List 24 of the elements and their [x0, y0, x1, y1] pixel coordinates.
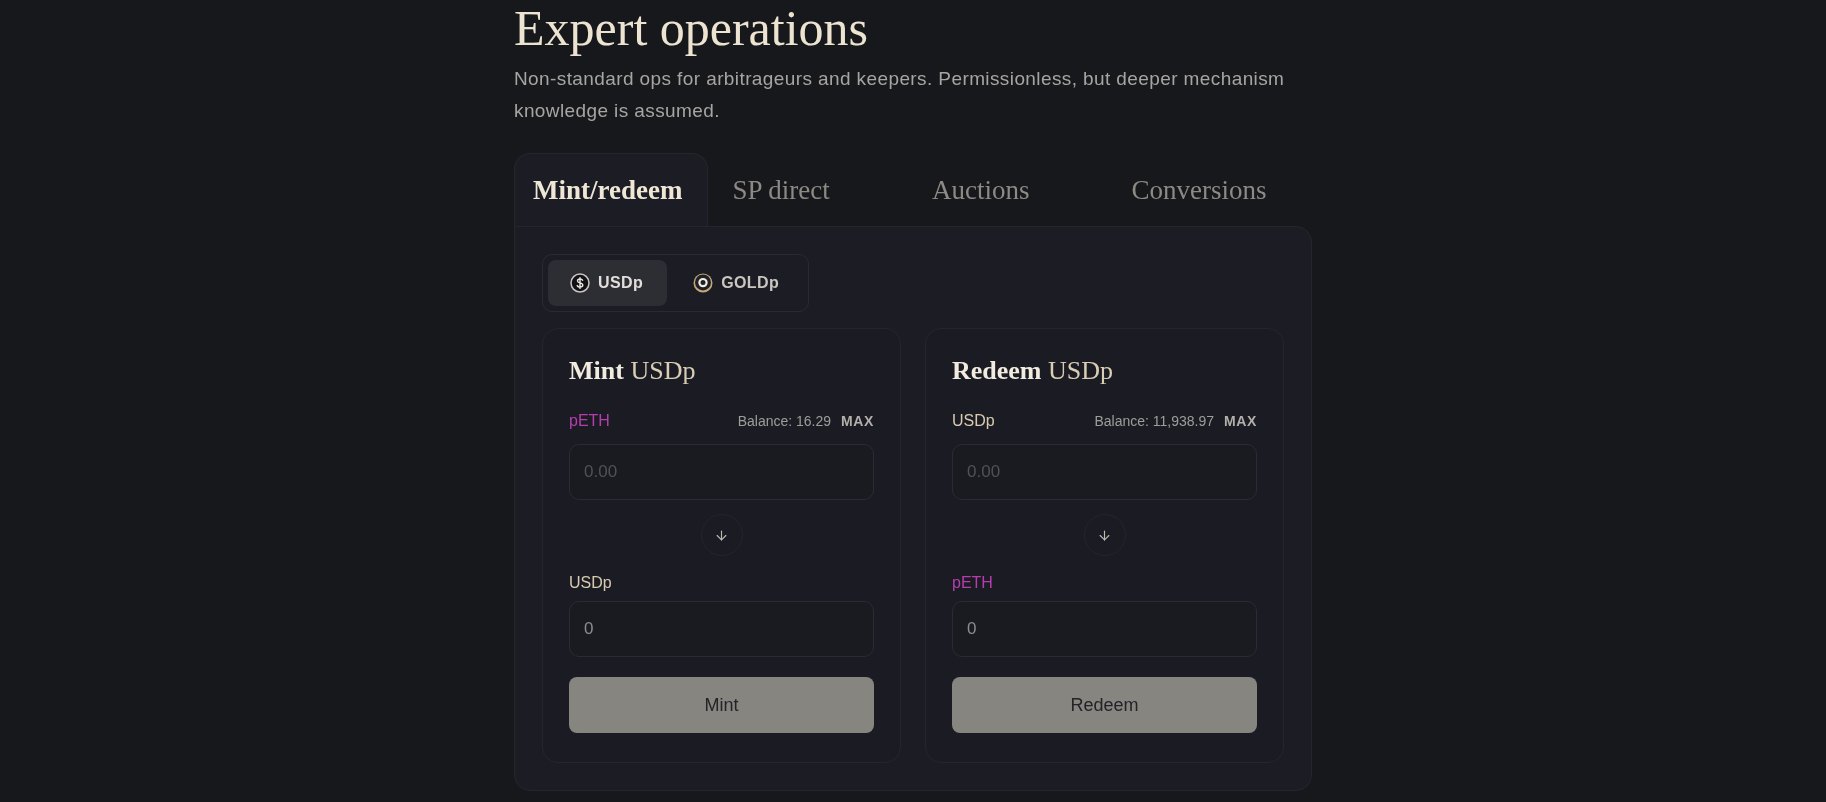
- balance-text: Balance: 11,938.97: [1094, 413, 1215, 429]
- tab[interactable]: Conversions: [1112, 153, 1306, 226]
- token-option[interactable]: USDp: [548, 260, 668, 306]
- tab[interactable]: SP direct: [713, 153, 907, 226]
- card-title: Mint USDp: [569, 356, 696, 386]
- max-button[interactable]: MAX: [1224, 413, 1257, 429]
- token-label: USDp: [569, 574, 612, 592]
- dollar-coin-icon: [570, 273, 590, 293]
- amount-input[interactable]: 0: [569, 601, 874, 657]
- token-label: USDp: [952, 412, 995, 430]
- max-button[interactable]: MAX: [841, 413, 874, 429]
- balance-text: Balance: 16.29: [737, 413, 832, 429]
- token-option[interactable]: GOLDp: [671, 260, 804, 306]
- card-title: Redeem USDp: [952, 356, 1114, 386]
- submit-button[interactable]: Redeem: [952, 677, 1257, 733]
- page-description: Non-standard ops for arbitrageurs and keepers. Permissionless, but deeper mechanism knowledge is assumed.: [514, 67, 1286, 123]
- tab[interactable]: Auctions: [913, 153, 1107, 226]
- token-label: pETH: [952, 574, 993, 592]
- coin-icon: [693, 273, 714, 293]
- tab[interactable]: Mint/redeem: [514, 153, 708, 226]
- amount-input[interactable]: 0: [952, 601, 1257, 657]
- token-label: pETH: [569, 412, 610, 430]
- submit-button[interactable]: Mint: [569, 677, 874, 733]
- page-title: Expert operations: [514, 1, 869, 56]
